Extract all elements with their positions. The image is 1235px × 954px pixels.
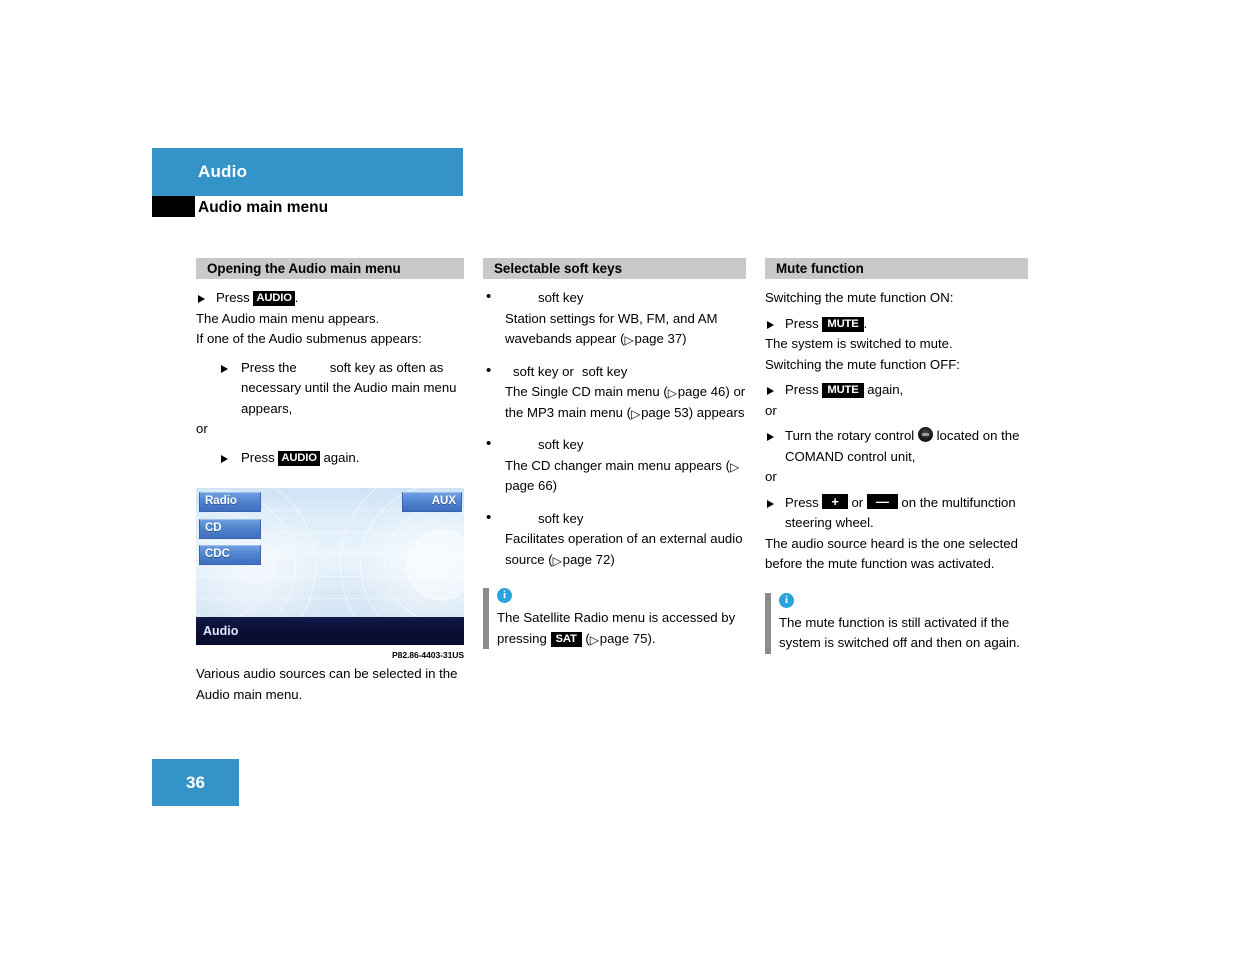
volume-up-key-badge[interactable]: + <box>822 493 848 509</box>
step-mute-off-label: Press <box>785 382 819 397</box>
bullet2-ref: page 46 <box>677 384 726 399</box>
bullet2-key-label: soft key or <box>513 363 574 379</box>
mute-key-badge[interactable]: MUTE <box>822 316 864 332</box>
or-connector-1: or <box>196 421 208 436</box>
bullet4-desc-post: ) <box>610 551 615 567</box>
text-switch-mute-on: Switching the mute function ON: <box>765 290 954 305</box>
step-mute-on-label: Press <box>785 315 819 331</box>
substep-press-soft-key: Press the soft key as often as necessary … <box>196 358 464 420</box>
bullet4-desc-pre: Facilitates operation of an external aud… <box>505 531 743 567</box>
col1-heading: Opening the Audio main menu <box>196 258 464 279</box>
step-mute-off-rest: again, <box>867 382 904 397</box>
page-ref-triangle-icon-4 <box>730 457 739 478</box>
list-item-cdc-softkey: soft key The CD changer main menu appear… <box>483 434 746 497</box>
screen-line-4 <box>196 576 464 577</box>
step-turn-rotary-control: Turn the rotary control located on the C… <box>765 426 1028 467</box>
bullet2-desc-post: ) appears <box>688 404 745 420</box>
column-selectable-soft-keys: Selectable soft keys soft key Station se… <box>483 258 746 651</box>
soft-keys-list: soft key Station settings for WB, FM, an… <box>483 287 746 572</box>
step-rotary-pre: Turn the rotary control <box>785 428 915 443</box>
bullet1-key-label: soft key <box>538 290 584 305</box>
screen-softkey-cdc[interactable]: CDC <box>199 545 261 565</box>
text-switch-mute-off: Switching the mute function OFF: <box>765 356 960 372</box>
page-ref-triangle-icon-6 <box>590 630 599 651</box>
bullet3-key-label: soft key <box>538 437 584 452</box>
col3-heading: Mute function <box>765 258 1028 279</box>
mute-key-badge-2[interactable]: MUTE <box>822 383 864 398</box>
audio-key-badge[interactable]: AUDIO <box>253 291 295 306</box>
bullet2-ref2: page 53 <box>641 404 689 420</box>
column-mute-function: Mute function Switching the mute functio… <box>765 258 1028 654</box>
text-if-submenu-appears: If one of the Audio submenus appears: <box>196 331 422 346</box>
bullet4-key-label: soft key <box>538 510 584 526</box>
bullet3-desc-pre: The CD changer main menu appears ( <box>505 457 731 473</box>
or-connector-2: or <box>765 402 777 418</box>
step-press-period: . <box>294 290 299 305</box>
or-connector-3: or <box>765 469 777 484</box>
note2-text-post: ). <box>647 630 656 646</box>
bullet1-ref: page 37 <box>634 331 683 346</box>
step-press-mute-on: Press MUTE. <box>765 314 1028 335</box>
screen-line-5 <box>196 598 464 599</box>
info-icon-2: i <box>779 592 794 608</box>
col2-heading: Selectable soft keys <box>483 258 746 279</box>
note-mute-persists-text: The mute function is still activated if … <box>779 614 1020 651</box>
note2-ref: page 75 <box>599 630 648 646</box>
screen-softkey-radio[interactable]: Radio <box>199 492 261 512</box>
page-title: Audio main menu <box>198 199 329 216</box>
list-item-aux-softkey: soft key Facilitates operation of an ext… <box>483 508 746 572</box>
page-ref-triangle-icon-2 <box>668 383 677 404</box>
screen-status-bar: Audio <box>196 617 464 645</box>
note-satellite-radio: i The Satellite Radio menu is accessed b… <box>483 588 746 651</box>
bullet3-ref: page 66 <box>505 478 553 493</box>
sat-key-badge[interactable]: SAT <box>550 631 582 647</box>
step-press-audio: Press AUDIO. <box>196 288 464 309</box>
screen-softkey-aux[interactable]: AUX <box>402 492 462 512</box>
info-icon: i <box>497 588 512 603</box>
figure-reference-code: P82.86-4403-31US <box>392 650 464 660</box>
step-mfsw-press: Press <box>785 494 819 510</box>
volume-down-key-badge[interactable]: — <box>866 493 898 509</box>
text-audio-main-menu-appears: The Audio main menu appears. <box>196 310 380 326</box>
substep-press-label: Press the <box>241 359 297 375</box>
section-marker-block <box>152 196 195 217</box>
bullet2-desc-pre: The Single CD main menu ( <box>505 384 668 399</box>
bullet1-desc-post: ) <box>682 331 687 346</box>
substep-press-audio-again: Press AUDIO again. <box>196 448 464 469</box>
bullet4-ref: page 72 <box>562 551 611 567</box>
comand-screen-figure: Radio CD CDC AUX Audio <box>196 488 464 645</box>
step-press-mute-off: Press MUTE again, <box>765 380 1028 401</box>
rotary-control-icon <box>917 427 933 442</box>
column-opening-audio-main-menu: Opening the Audio main menu Press AUDIO.… <box>196 258 464 468</box>
step-mute-on-period: . <box>863 315 868 331</box>
page-ref-triangle-icon-1 <box>625 330 634 351</box>
figure-caption: Various audio sources can be selected in… <box>196 666 458 702</box>
text-audio-source-restored: The audio source heard is the one select… <box>765 535 1018 572</box>
screen-softkey-cd[interactable]: CD <box>199 519 261 539</box>
page-ref-triangle-icon-5 <box>553 551 562 572</box>
note-satellite-radio-text: The Satellite Radio menu is accessed by … <box>497 608 746 651</box>
note-mute-persists: i The mute function is still activated i… <box>765 592 1028 654</box>
comand-display: Radio CD CDC AUX Audio <box>196 488 464 645</box>
page-number: 36 <box>152 759 239 806</box>
substep-b-press-label: Press <box>241 449 275 465</box>
step-press-volume-mfsw: Press + or — on the multifunction steeri… <box>765 493 1028 534</box>
step-press-label: Press <box>216 290 250 305</box>
audio-key-badge-2[interactable]: AUDIO <box>278 450 320 466</box>
list-item-radio-softkey: soft key Station settings for WB, FM, an… <box>483 287 746 351</box>
text-system-muted: The system is switched to mute. <box>765 336 953 351</box>
bullet3-desc-post: ) <box>552 478 558 493</box>
bullet2-key-label2: soft key <box>581 363 628 379</box>
step-mfsw-or: or <box>851 494 864 510</box>
list-item-cd-mp3-softkey: soft key or soft key The Single CD main m… <box>483 361 746 425</box>
chapter-title: Audio <box>198 162 248 181</box>
page-ref-triangle-icon-3 <box>631 404 640 425</box>
step-mfsw-rest: on the multifunction steering wheel. <box>785 494 1016 531</box>
substep-b-rest: again. <box>323 449 360 465</box>
